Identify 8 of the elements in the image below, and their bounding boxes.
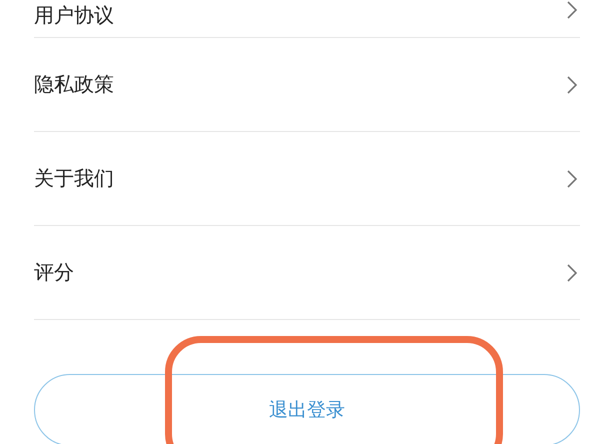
- menu-item[interactable]: 评分: [34, 226, 580, 320]
- menu-item[interactable]: 隐私政策: [34, 38, 580, 132]
- chevron-right-icon: [566, 74, 578, 94]
- chevron-right-icon: [566, 262, 578, 282]
- chevron-right-icon: [566, 168, 578, 188]
- menu-item[interactable]: 关于我们: [34, 132, 580, 226]
- menu-item[interactable]: 用户协议: [34, 0, 580, 38]
- chevron-right-icon: [566, 0, 578, 20]
